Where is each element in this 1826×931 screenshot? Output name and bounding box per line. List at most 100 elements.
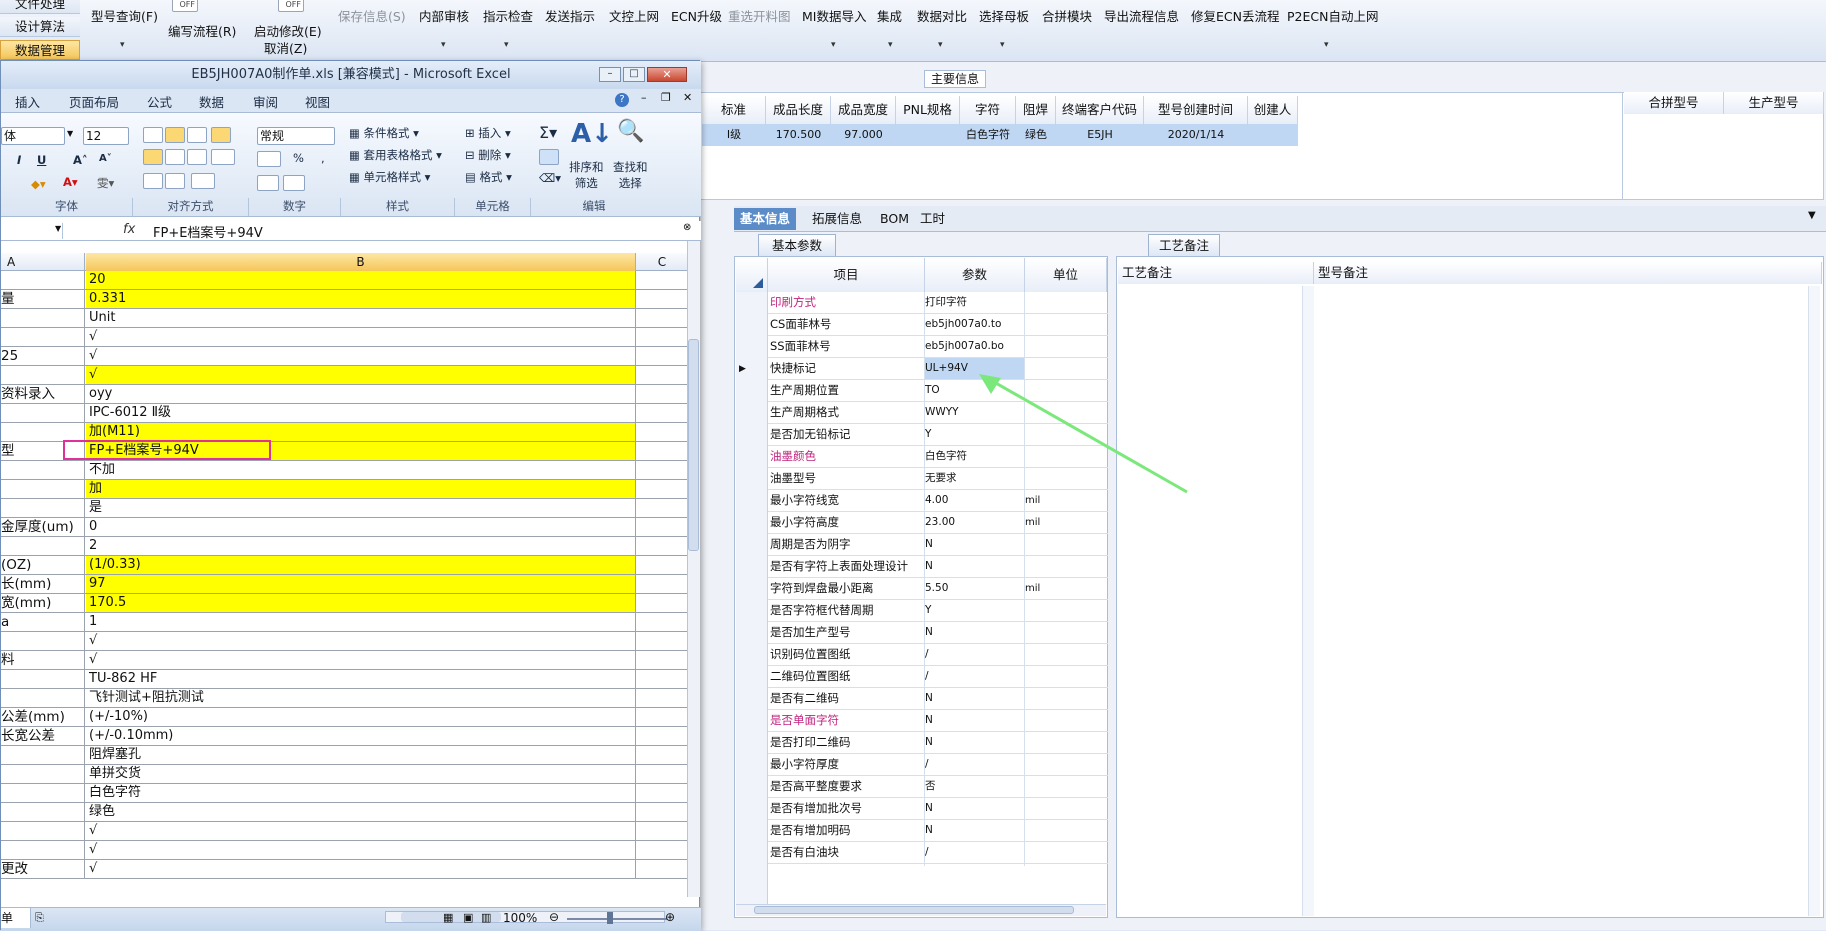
italic-icon[interactable]: I bbox=[17, 153, 21, 167]
cell-a[interactable] bbox=[1, 632, 85, 650]
minimize-icon[interactable]: – bbox=[599, 67, 621, 82]
formula-expand-icon[interactable]: ⊗ bbox=[683, 222, 691, 233]
zoom-level[interactable]: 100% bbox=[503, 911, 537, 925]
param-scroll-thumb[interactable] bbox=[754, 906, 1074, 914]
ribbon-restore-icon[interactable]: ❐ bbox=[661, 91, 671, 104]
ribbon-tab-data[interactable]: 数据 bbox=[199, 92, 224, 111]
ribbon-tab-formulas[interactable]: 公式 bbox=[147, 92, 172, 111]
cell-a[interactable] bbox=[1, 765, 85, 783]
shrink-font-icon[interactable]: A˅ bbox=[99, 153, 112, 164]
param-row[interactable]: 周期是否为阴字 N bbox=[768, 534, 1108, 556]
nav-data-management[interactable]: 数据管理 bbox=[0, 40, 80, 60]
cell-a[interactable]: 料 bbox=[1, 651, 85, 669]
cell-b[interactable]: 白色字符 bbox=[86, 784, 636, 802]
tab-extended-info[interactable]: 拓展信息 bbox=[806, 208, 868, 230]
zoom-slider-thumb[interactable] bbox=[607, 912, 613, 924]
sheet-tab[interactable]: 单 bbox=[1, 908, 31, 928]
sheet-vertical-thumb[interactable] bbox=[688, 339, 699, 551]
cell-a[interactable] bbox=[1, 670, 85, 688]
autosum-icon[interactable]: Σ▾ bbox=[539, 123, 557, 142]
insert-cells-button[interactable]: ⊞ 插入 ▾ bbox=[465, 125, 511, 141]
param-row[interactable]: 最小字符厚度 / bbox=[768, 754, 1108, 776]
cell-b[interactable]: √ bbox=[86, 651, 636, 669]
param-row[interactable]: 是否加生产型号 N bbox=[768, 622, 1108, 644]
mi-data-import-button[interactable]: MI数据导入 bbox=[802, 6, 866, 25]
instruction-check-dropdown-icon[interactable]: ▾ bbox=[504, 40, 509, 50]
reselect-cutting-map-button[interactable]: 重选开料图 bbox=[728, 6, 791, 25]
increase-decimal-icon[interactable] bbox=[257, 175, 279, 191]
cell-a[interactable] bbox=[1, 499, 85, 517]
find-select-icon[interactable]: 🔍 bbox=[617, 119, 644, 144]
cell-b[interactable]: 绿色 bbox=[86, 803, 636, 821]
internal-audit-dropdown-icon[interactable]: ▾ bbox=[441, 40, 446, 50]
format-as-table-button[interactable]: ▦ 套用表格格式 ▾ bbox=[349, 147, 442, 163]
cell-b[interactable]: (1/0.33) bbox=[86, 556, 636, 574]
cell-b[interactable]: 0 bbox=[86, 518, 636, 536]
ribbon-tab-page-layout[interactable]: 页面布局 bbox=[69, 92, 119, 111]
decrease-indent-icon[interactable] bbox=[143, 173, 163, 189]
select-motherboard-dropdown-icon[interactable]: ▾ bbox=[1000, 40, 1005, 50]
currency-icon[interactable] bbox=[257, 151, 281, 167]
param-row[interactable]: 是否打印二维码 N bbox=[768, 732, 1108, 754]
merge-module-button[interactable]: 合拼模块 bbox=[1042, 6, 1092, 25]
cell-b[interactable]: 单拼交货 bbox=[86, 765, 636, 783]
select-motherboard-button[interactable]: 选择母板 bbox=[979, 6, 1029, 25]
save-info-button[interactable]: 保存信息(S) bbox=[338, 6, 406, 25]
cell-a[interactable] bbox=[1, 803, 85, 821]
new-sheet-icon[interactable]: ⎘ bbox=[35, 911, 44, 925]
ecn-upgrade-button[interactable]: ECN升级 bbox=[671, 6, 722, 25]
align-top-icon[interactable] bbox=[143, 127, 163, 143]
align-right-icon[interactable] bbox=[187, 149, 207, 165]
tab-work-hours[interactable]: 工时 bbox=[914, 208, 951, 230]
integration-dropdown-icon[interactable]: ▾ bbox=[888, 40, 893, 50]
cell-b[interactable]: 飞针测试+阻抗测试 bbox=[86, 689, 636, 707]
col-process-note[interactable]: 工艺备注 bbox=[1118, 262, 1314, 284]
cell-b[interactable]: 2 bbox=[86, 537, 636, 555]
delete-cells-button[interactable]: ⊟ 删除 ▾ bbox=[465, 147, 511, 163]
column-header-c[interactable]: C bbox=[637, 253, 687, 271]
page-break-view-icon[interactable]: ▥ bbox=[481, 911, 491, 924]
param-row[interactable]: CS面菲林号 eb5jh007a0.to bbox=[768, 314, 1108, 336]
col-creator[interactable]: 创建人 bbox=[1248, 96, 1298, 124]
decrease-decimal-icon[interactable] bbox=[283, 175, 305, 191]
ribbon-tab-review[interactable]: 审阅 bbox=[253, 92, 278, 111]
cell-b[interactable]: √ bbox=[86, 822, 636, 840]
font-size-box[interactable]: 12 bbox=[83, 127, 129, 145]
cell-a[interactable] bbox=[1, 480, 85, 498]
cell-a[interactable]: 量 bbox=[1, 290, 85, 308]
param-col-unit[interactable]: 单位 bbox=[1025, 258, 1107, 292]
fill-icon[interactable] bbox=[539, 149, 559, 165]
model-query-button[interactable]: 型号查询(F) bbox=[91, 6, 158, 25]
cell-a[interactable]: a bbox=[1, 613, 85, 631]
col-model-note[interactable]: 型号备注 bbox=[1314, 262, 1822, 284]
formula-bar-content[interactable]: FP+E档案号+94V bbox=[153, 222, 263, 241]
cell-b[interactable]: 加(M11) bbox=[86, 423, 636, 441]
param-row[interactable]: 是否单面字符 N bbox=[768, 710, 1108, 732]
align-middle-icon[interactable] bbox=[165, 127, 185, 143]
mi-import-dropdown-icon[interactable]: ▾ bbox=[831, 40, 836, 50]
zoom-in-icon[interactable]: ⊕ bbox=[665, 910, 675, 924]
sort-filter-icon[interactable]: A↓ bbox=[571, 119, 613, 149]
p2ecn-dropdown-icon[interactable]: ▾ bbox=[1324, 40, 1329, 50]
format-cells-button[interactable]: ▤ 格式 ▾ bbox=[465, 169, 512, 185]
orientation-icon[interactable] bbox=[191, 173, 215, 189]
integration-button[interactable]: 集成 bbox=[877, 6, 902, 25]
model-query-dropdown-icon[interactable]: ▾ bbox=[120, 40, 125, 50]
fill-color-icon[interactable]: ◆▾ bbox=[31, 177, 46, 191]
param-row[interactable]: 是否高平整度要求 否 bbox=[768, 776, 1108, 798]
cell-a[interactable] bbox=[1, 784, 85, 802]
param-row[interactable]: 字符到焊盘最小距离 5.50 mil bbox=[768, 578, 1108, 600]
font-color-icon[interactable]: A▾ bbox=[63, 175, 78, 189]
col-solder-mask[interactable]: 阻焊 bbox=[1016, 96, 1056, 124]
cell-b[interactable]: √ bbox=[86, 366, 636, 384]
repair-ecn-flow-button[interactable]: 修复ECN丢流程 bbox=[1191, 6, 1279, 25]
cell-b[interactable]: (+/-10%) bbox=[86, 708, 636, 726]
param-row[interactable]: 是否有增加批次号 N bbox=[768, 798, 1108, 820]
data-compare-dropdown-icon[interactable]: ▾ bbox=[938, 40, 943, 50]
cell-b[interactable]: TU-862 HF bbox=[86, 670, 636, 688]
subtab-basic-params[interactable]: 基本参数 bbox=[758, 234, 836, 256]
comma-icon[interactable]: , bbox=[321, 151, 325, 165]
cell-a[interactable] bbox=[1, 404, 85, 422]
cell-a[interactable]: 金厚度(um) bbox=[1, 518, 85, 536]
close-icon[interactable]: ✕ bbox=[647, 67, 687, 82]
